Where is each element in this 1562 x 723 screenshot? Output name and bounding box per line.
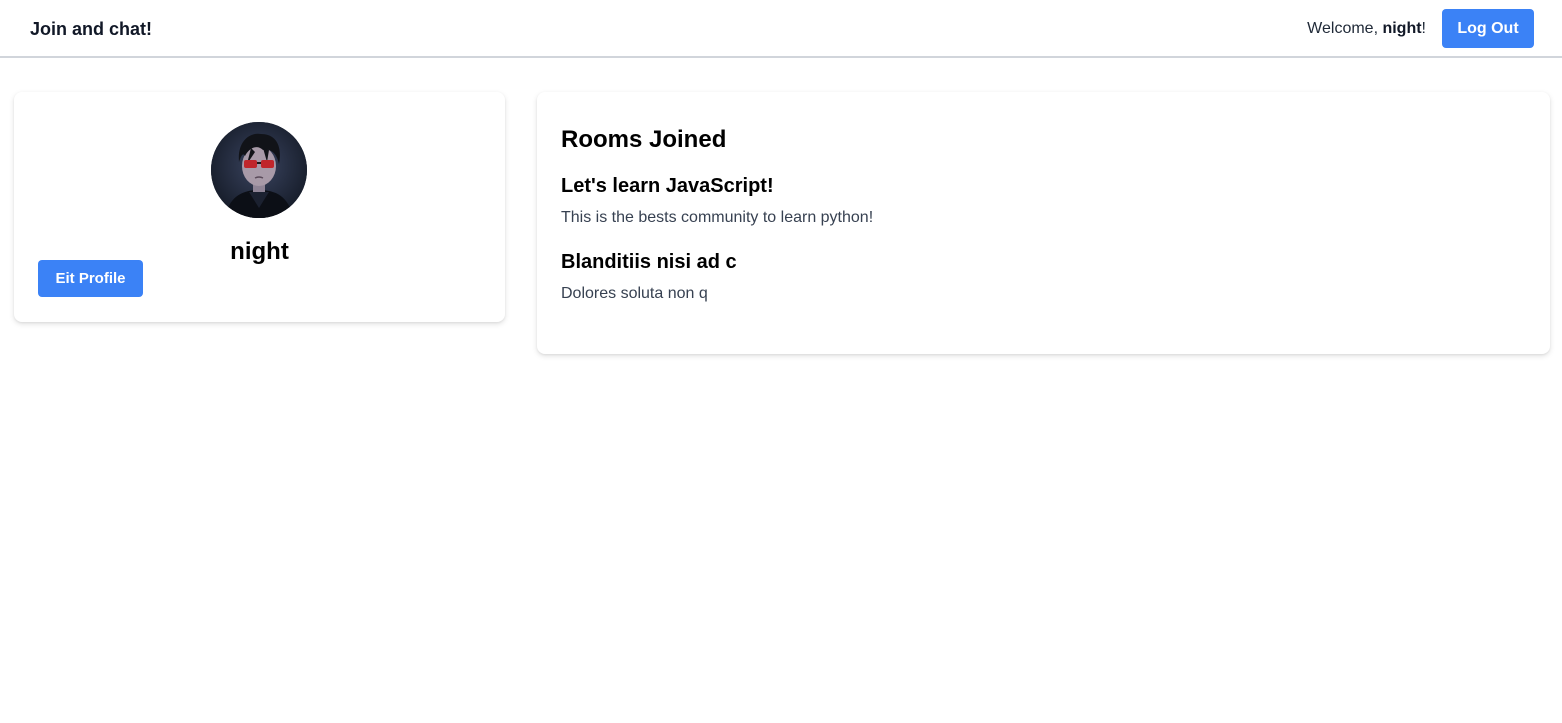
- rooms-joined-heading: Rooms Joined: [561, 126, 727, 153]
- logout-button[interactable]: Log Out: [1442, 9, 1534, 48]
- room-description: This is the bests community to learn pyt…: [561, 209, 874, 226]
- room-item[interactable]: Let's learn JavaScript! This is the best…: [561, 174, 873, 228]
- welcome-message: Welcome, night!: [1307, 18, 1426, 40]
- room-item[interactable]: Blanditiis nisi ad c Dolores soluta non …: [561, 250, 737, 304]
- edit-profile-button[interactable]: Eit Profile: [38, 260, 143, 297]
- avatar: [211, 122, 307, 218]
- profile-card: night Eit Profile: [14, 92, 505, 322]
- brand-title[interactable]: Join and chat!: [30, 18, 152, 40]
- rooms-joined-card: Rooms Joined Let's learn JavaScript! Thi…: [537, 92, 1550, 354]
- top-navbar: Join and chat! Welcome, night! Log Out: [0, 0, 1562, 58]
- nav-user-area: Welcome, night! Log Out: [1307, 9, 1534, 48]
- user-avatar-image: [211, 122, 307, 218]
- room-name[interactable]: Blanditiis nisi ad c: [561, 250, 737, 274]
- room-description: Dolores soluta non q: [561, 285, 708, 302]
- welcome-username: night: [1382, 19, 1422, 37]
- room-name[interactable]: Let's learn JavaScript!: [561, 174, 873, 198]
- welcome-prefix: Welcome,: [1307, 19, 1383, 37]
- welcome-suffix: !: [1421, 19, 1426, 37]
